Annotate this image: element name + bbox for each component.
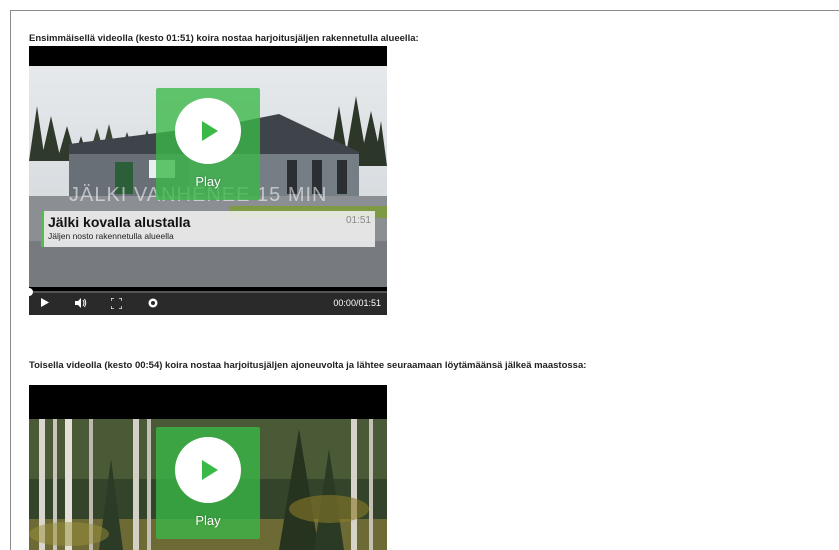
video1-seek-handle[interactable] bbox=[29, 288, 33, 296]
play-icon bbox=[175, 98, 241, 164]
volume-icon[interactable] bbox=[75, 298, 87, 311]
video1-play-label: Play bbox=[195, 174, 221, 189]
fullscreen-icon[interactable] bbox=[110, 297, 123, 312]
video1-caption: Ensimmäisellä videolla (kesto 01:51) koi… bbox=[29, 33, 419, 44]
video1-duration-badge: 01:51 bbox=[345, 215, 371, 226]
video2-caption: Toisella videolla (kesto 00:54) koira no… bbox=[29, 360, 587, 371]
video2-play-label: Play bbox=[195, 513, 221, 528]
video1-current-time: 00:00 bbox=[333, 298, 356, 308]
video1-info-box: Jälki kovalla alustalla Jäljen nosto rak… bbox=[41, 211, 375, 247]
video2-player[interactable]: Play bbox=[29, 385, 387, 550]
video1-controls: 00:00/01:51 bbox=[29, 288, 387, 315]
video2-play-button[interactable]: Play bbox=[156, 427, 260, 539]
video1-time-display: 00:00/01:51 bbox=[333, 298, 381, 308]
video1-total-time: 01:51 bbox=[358, 298, 381, 308]
video1-seek-bar[interactable] bbox=[29, 288, 387, 296]
video1-subtitle: Jäljen nosto rakennetulla alueella bbox=[48, 231, 174, 241]
video1-title: Jälki kovalla alustalla bbox=[48, 214, 191, 230]
video1-play-button[interactable]: Play bbox=[156, 88, 260, 200]
settings-icon[interactable] bbox=[148, 298, 158, 311]
video1-player[interactable]: JÄLKI VANHENEE 15 MIN Jälki kovalla alus… bbox=[29, 46, 387, 315]
play-icon[interactable] bbox=[41, 298, 49, 310]
play-icon bbox=[175, 437, 241, 503]
